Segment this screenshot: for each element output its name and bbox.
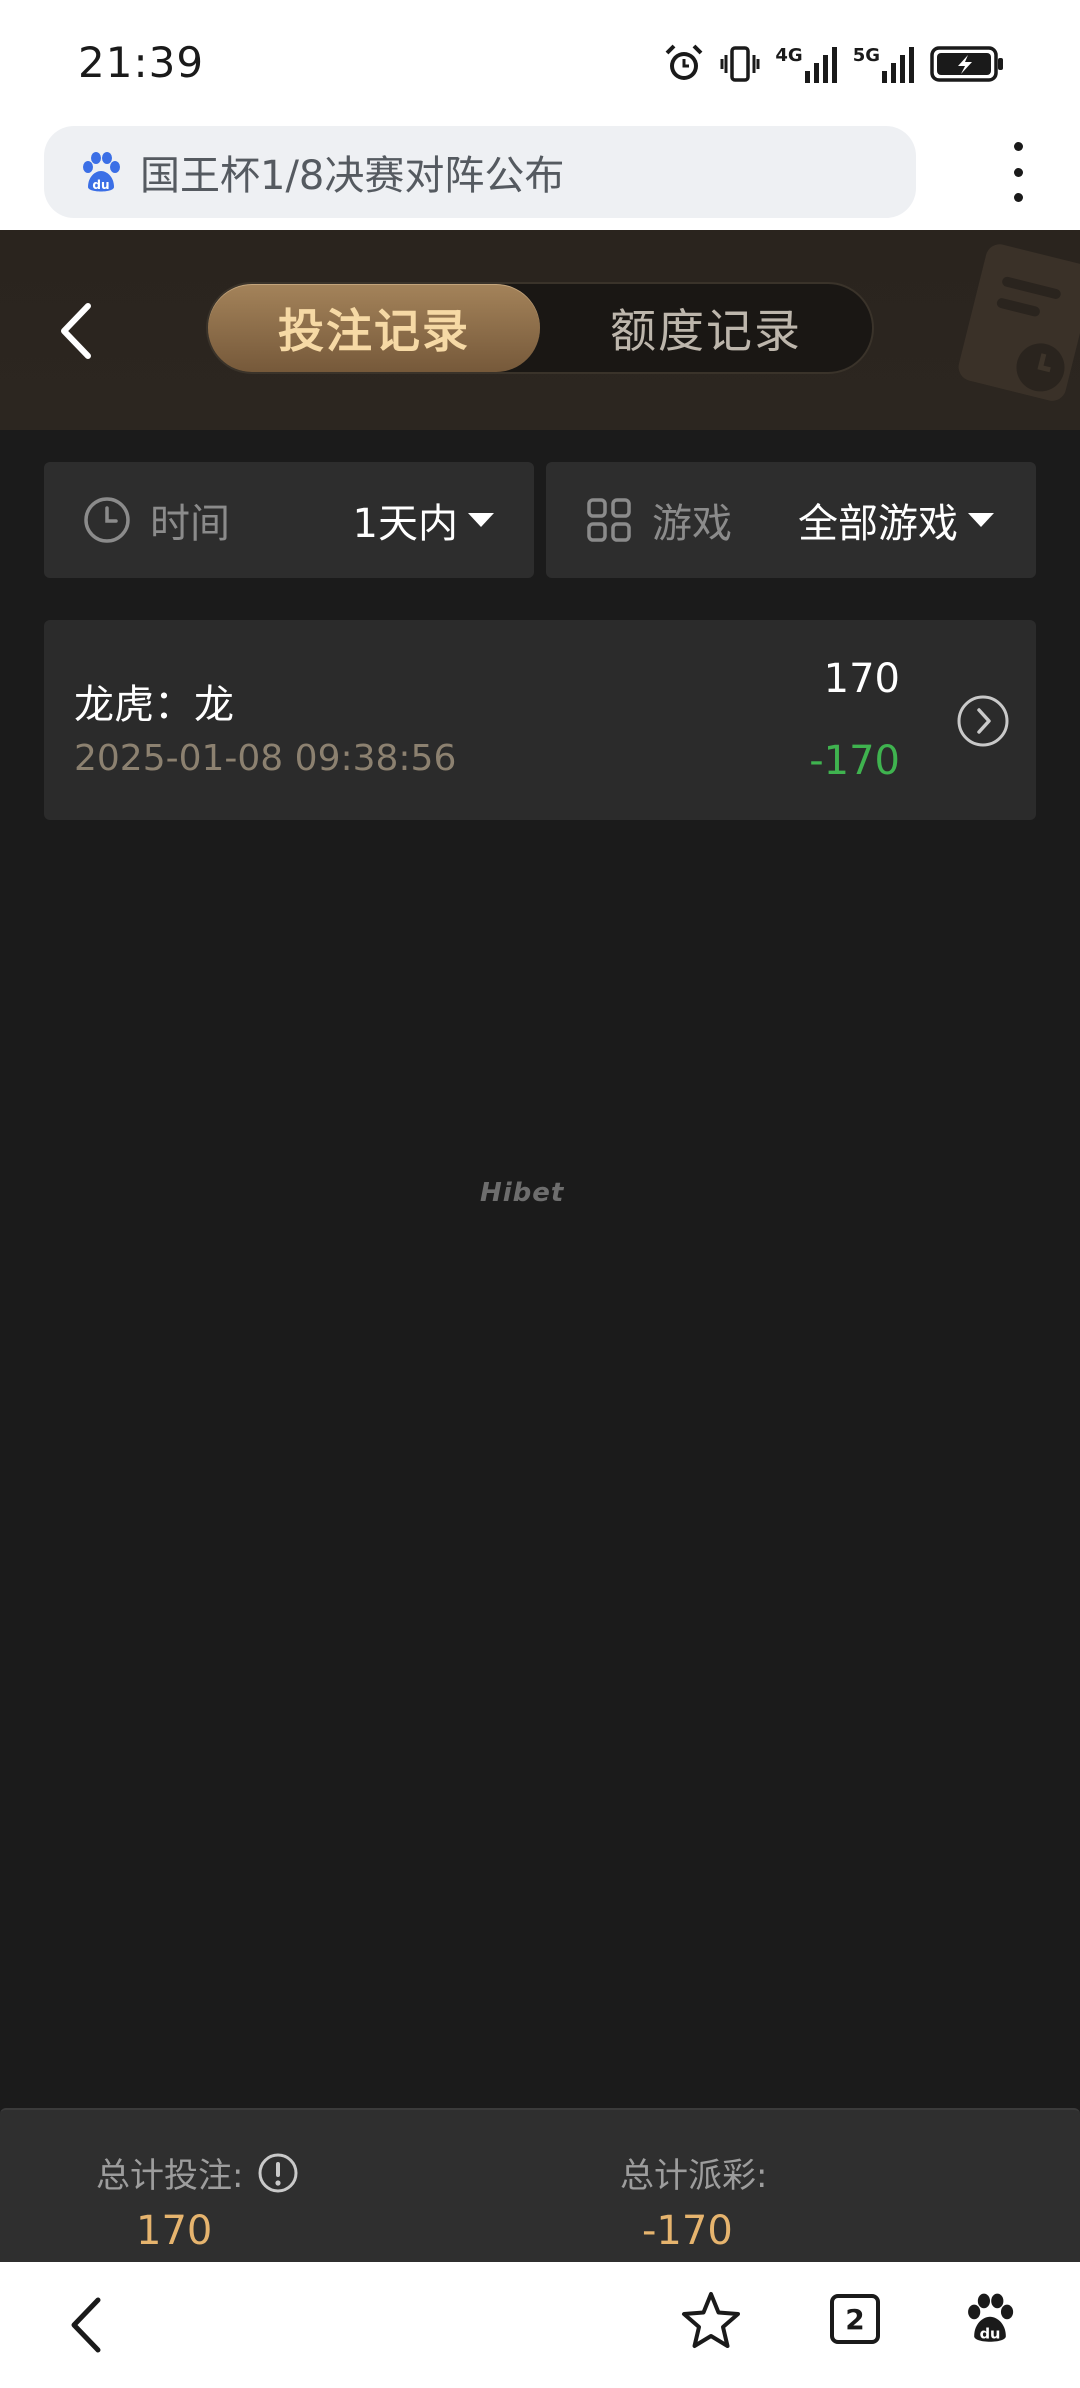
game-filter-label: 游戏 — [652, 501, 732, 547]
game-filter-select[interactable]: 全部游戏 — [798, 491, 994, 549]
browser-address-bar: du 国王杯1/8决赛对阵公布 — [0, 126, 1080, 230]
tab-credit-records[interactable]: 额度记录 — [540, 284, 872, 372]
url-field[interactable]: du 国王杯1/8决赛对阵公布 — [44, 126, 916, 218]
game-filter[interactable]: 游戏 全部游戏 — [546, 462, 1036, 578]
menu-dot-icon — [1013, 167, 1023, 177]
chevron-right-circle-icon[interactable] — [956, 694, 1010, 748]
caret-down-icon — [968, 513, 994, 527]
vibrate-icon — [720, 46, 760, 82]
signal-4g: 4G — [775, 45, 838, 83]
game-filter-value: 全部游戏 — [798, 501, 958, 547]
record-type-switch: 投注记录 额度记录 — [206, 282, 874, 374]
total-payout-label: 总计派彩: — [620, 2156, 768, 2196]
alarm-icon — [665, 44, 703, 80]
bet-record-item[interactable]: 龙虎：龙 2025-01-08 09:38:56 170 -170 — [44, 620, 1036, 820]
browser-menu-button[interactable] — [1008, 142, 1028, 202]
star-icon[interactable] — [680, 2290, 742, 2352]
status-time: 21:39 — [78, 38, 205, 87]
svg-text:du: du — [92, 178, 109, 192]
total-payout-value: -170 — [642, 2208, 733, 2254]
signal-bars-icon — [804, 47, 837, 83]
url-title: 国王杯1/8决赛对阵公布 — [140, 153, 565, 199]
status-icons: 4G 5G — [663, 40, 1006, 88]
menu-dot-icon — [1013, 193, 1023, 202]
browser-bottom-nav: 2 du — [0, 2262, 1080, 2388]
record-timestamp: 2025-01-08 09:38:56 — [74, 738, 457, 779]
record-bet-amount: 170 — [823, 656, 900, 702]
info-icon[interactable] — [257, 2152, 299, 2194]
time-filter-label: 时间 — [150, 501, 230, 547]
net-label-5g: 5G — [852, 45, 880, 66]
record-payout: -170 — [809, 738, 900, 784]
svg-text:du: du — [980, 2326, 1001, 2343]
tabs-button[interactable]: 2 — [830, 2294, 880, 2344]
back-arrow-icon[interactable] — [50, 296, 100, 366]
caret-down-icon — [468, 513, 494, 527]
total-bet-value: 170 — [136, 2208, 213, 2254]
net-label-4g: 4G — [775, 45, 803, 66]
status-bar: 21:39 4G 5G — [0, 0, 1080, 126]
time-filter[interactable]: 时间 1天内 — [44, 462, 534, 578]
summary-bar: 总计投注: 170 总计派彩: -170 — [0, 2108, 1080, 2262]
tab-count: 2 — [845, 2302, 865, 2336]
time-filter-value: 1天内 — [352, 501, 458, 547]
time-filter-select[interactable]: 1天内 — [353, 491, 494, 549]
menu-dot-icon — [1013, 142, 1023, 151]
total-bet-label-group: 总计投注: — [96, 2148, 299, 2197]
clock-icon — [84, 497, 130, 543]
total-bet-label: 总计投注: — [96, 2156, 244, 2196]
battery-charging-icon — [930, 46, 1003, 82]
back-icon[interactable] — [64, 2294, 108, 2356]
baidu-paw-icon: du — [83, 152, 120, 192]
signal-bars-icon — [882, 47, 914, 83]
baidu-paw-icon[interactable]: du — [962, 2290, 1018, 2346]
grid-icon — [587, 498, 631, 542]
page-header: 投注记录 额度记录 — [0, 230, 1080, 430]
watermark: Hibet — [480, 1178, 565, 1208]
signal-5g: 5G — [853, 45, 916, 83]
tab-bet-records[interactable]: 投注记录 — [208, 284, 540, 372]
record-title: 龙虎：龙 — [74, 682, 234, 728]
document-clock-icon — [958, 244, 1080, 401]
